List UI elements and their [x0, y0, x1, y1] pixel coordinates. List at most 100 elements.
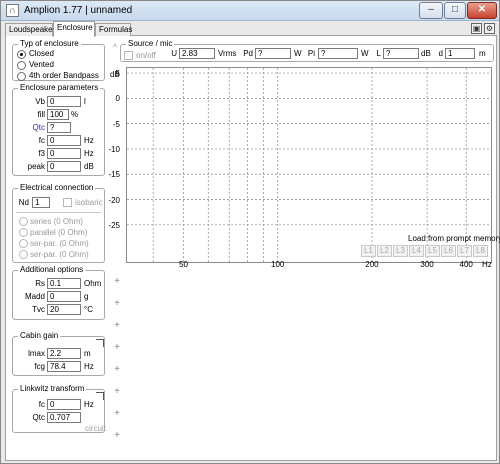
radio-series-label: series (0 Ohm) — [30, 217, 83, 226]
radio-ser-par-2-label: ser-par. (0 Ohm) — [30, 250, 89, 259]
madd-field[interactable]: 0 — [47, 291, 81, 302]
lmax-field[interactable]: 2.2 — [47, 348, 81, 359]
pi-label: Pi — [307, 49, 315, 58]
source-onoff-checkbox[interactable] — [124, 51, 133, 60]
tvc-field[interactable]: 20 — [47, 304, 81, 315]
expand-plus-icon[interactable]: + — [112, 431, 122, 441]
pi-unit: W — [361, 49, 369, 58]
y-tick-label: 5 — [115, 69, 120, 79]
electrical-divider — [16, 212, 101, 213]
memory-slot-l7[interactable]: L7 — [457, 245, 472, 257]
madd-label: Madd — [24, 292, 45, 301]
cabin-gain-group: Cabin gain lmax 2.2 m fcg 78.4 Hz — [12, 331, 105, 376]
x-tick-label: 400 — [459, 260, 473, 269]
expand-plus-icon[interactable]: + — [112, 387, 122, 397]
source-collapse-icon[interactable]: ^ — [110, 42, 120, 52]
x-tick-label: 50 — [179, 260, 188, 269]
y-tick-label: -20 — [108, 195, 120, 205]
expand-plus-icon[interactable]: + — [112, 365, 122, 375]
madd-unit: g — [84, 292, 89, 301]
maximize-button[interactable]: □ — [444, 2, 466, 19]
radio-vented-label[interactable]: Vented — [29, 60, 54, 70]
d-field[interactable]: 1 — [445, 48, 475, 59]
f3-unit: Hz — [84, 149, 94, 158]
radio-ser-par-1-label: ser-par. (0 Ohm) — [30, 239, 89, 248]
camera-icon[interactable]: ▣ — [471, 23, 482, 34]
memory-slot-l8[interactable]: L8 — [473, 245, 488, 257]
expand-plus-icon[interactable]: + — [112, 299, 122, 309]
close-button[interactable]: ✕ — [467, 2, 497, 19]
radio-closed[interactable] — [17, 50, 26, 59]
memory-slot-l2[interactable]: L2 — [377, 245, 392, 257]
tab-bar: Loudspeaker Enclosure Formulas ▣ ⚙ — [5, 21, 497, 37]
cabin-gain-checkbox[interactable] — [96, 339, 104, 347]
y-tick-label: -15 — [108, 170, 120, 180]
circuit-label[interactable]: circuit — [85, 424, 106, 434]
peak-field[interactable]: 0 — [47, 161, 81, 172]
fc-label: fc — [38, 136, 45, 145]
memory-slot-l5[interactable]: L5 — [425, 245, 440, 257]
y-tick-label: 0 — [115, 94, 120, 104]
radio-closed-label[interactable]: Closed — [29, 49, 54, 59]
source-onoff-label: on/off — [136, 51, 156, 60]
expand-plus-icon[interactable]: + — [112, 321, 122, 331]
frequency-response-chart[interactable]: Load from prompt memory L1 L2 L3 L4 L5 L… — [126, 67, 500, 263]
chart-plot[interactable] — [127, 68, 491, 262]
source-mic-group: Source / mic U 2.83 Vrms Pd ? W Pi ? W L… — [120, 39, 494, 62]
pd-field[interactable]: ? — [255, 48, 291, 59]
fc-field[interactable]: 0 — [47, 135, 81, 146]
linkwitz-checkbox[interactable] — [96, 392, 104, 400]
nd-field[interactable]: 1 — [32, 197, 50, 208]
linkwitz-legend: Linkwitz transform — [18, 384, 87, 394]
cabin-gain-legend: Cabin gain — [18, 331, 61, 341]
l-field[interactable]: ? — [383, 48, 419, 59]
fcg-field[interactable]: 78.4 — [47, 361, 81, 372]
radio-ser-par-1[interactable] — [19, 239, 28, 248]
radio-bandpass-label[interactable]: 4th order Bandpass — [29, 71, 99, 81]
linkwitz-fc-field[interactable]: 0 — [47, 399, 81, 410]
qtc-field[interactable]: ? — [47, 122, 71, 133]
radio-parallel[interactable] — [19, 228, 28, 237]
linkwitz-group: Linkwitz transform fc 0 Hz Qtc 0.707 cir… — [12, 384, 106, 434]
title-bar[interactable]: ∩ Amplion 1.77 | unnamed – □ ✕ — [1, 1, 499, 21]
radio-ser-par-2[interactable] — [19, 250, 28, 259]
memory-slot-l6[interactable]: L6 — [441, 245, 456, 257]
minimize-button[interactable]: – — [419, 2, 443, 19]
u-field[interactable]: 2.83 — [179, 48, 215, 59]
u-label: U — [171, 49, 177, 58]
radio-bandpass[interactable] — [17, 72, 26, 81]
y-tick-label: -25 — [108, 220, 120, 230]
pi-field[interactable]: ? — [318, 48, 358, 59]
tab-loudspeaker[interactable]: Loudspeaker — [5, 23, 55, 36]
linkwitz-qtc-field[interactable]: 0.707 — [47, 412, 81, 423]
vb-field[interactable]: 0 — [47, 96, 81, 107]
tab-formulas[interactable]: Formulas — [95, 23, 132, 36]
expand-plus-icon[interactable]: + — [112, 409, 122, 419]
qtc-label: Qtc — [32, 123, 45, 132]
f3-field[interactable]: 0 — [47, 148, 81, 159]
nd-label: Nd — [18, 198, 29, 207]
memory-slot-l3[interactable]: L3 — [393, 245, 408, 257]
fill-field[interactable]: 100 — [47, 109, 69, 120]
linkwitz-fc-label: fc — [38, 400, 45, 409]
isobaric-checkbox[interactable] — [63, 198, 72, 207]
rs-field[interactable]: 0.1 — [47, 278, 81, 289]
rs-label: Rs — [35, 279, 45, 288]
expand-plus-icon[interactable]: + — [112, 343, 122, 353]
l-label: L — [376, 49, 381, 58]
lmax-label: lmax — [28, 349, 45, 358]
radio-series[interactable] — [19, 217, 28, 226]
expand-plus-icon[interactable]: + — [112, 277, 122, 287]
tab-enclosure[interactable]: Enclosure — [53, 21, 95, 37]
memory-slot-l4[interactable]: L4 — [409, 245, 424, 257]
settings-icon[interactable]: ⚙ — [484, 23, 495, 34]
app-window: ∩ Amplion 1.77 | unnamed – □ ✕ Loudspeak… — [0, 0, 500, 464]
radio-vented[interactable] — [17, 61, 26, 70]
window-title: Amplion 1.77 | unnamed — [24, 5, 133, 16]
linkwitz-fc-unit: Hz — [84, 400, 94, 409]
fcg-label: fcg — [34, 362, 45, 371]
d-label: d — [438, 49, 443, 58]
linkwitz-qtc-label: Qtc — [32, 413, 45, 422]
memory-slot-l1[interactable]: L1 — [361, 245, 376, 257]
amplion-app-icon[interactable]: ∩ — [6, 4, 19, 17]
